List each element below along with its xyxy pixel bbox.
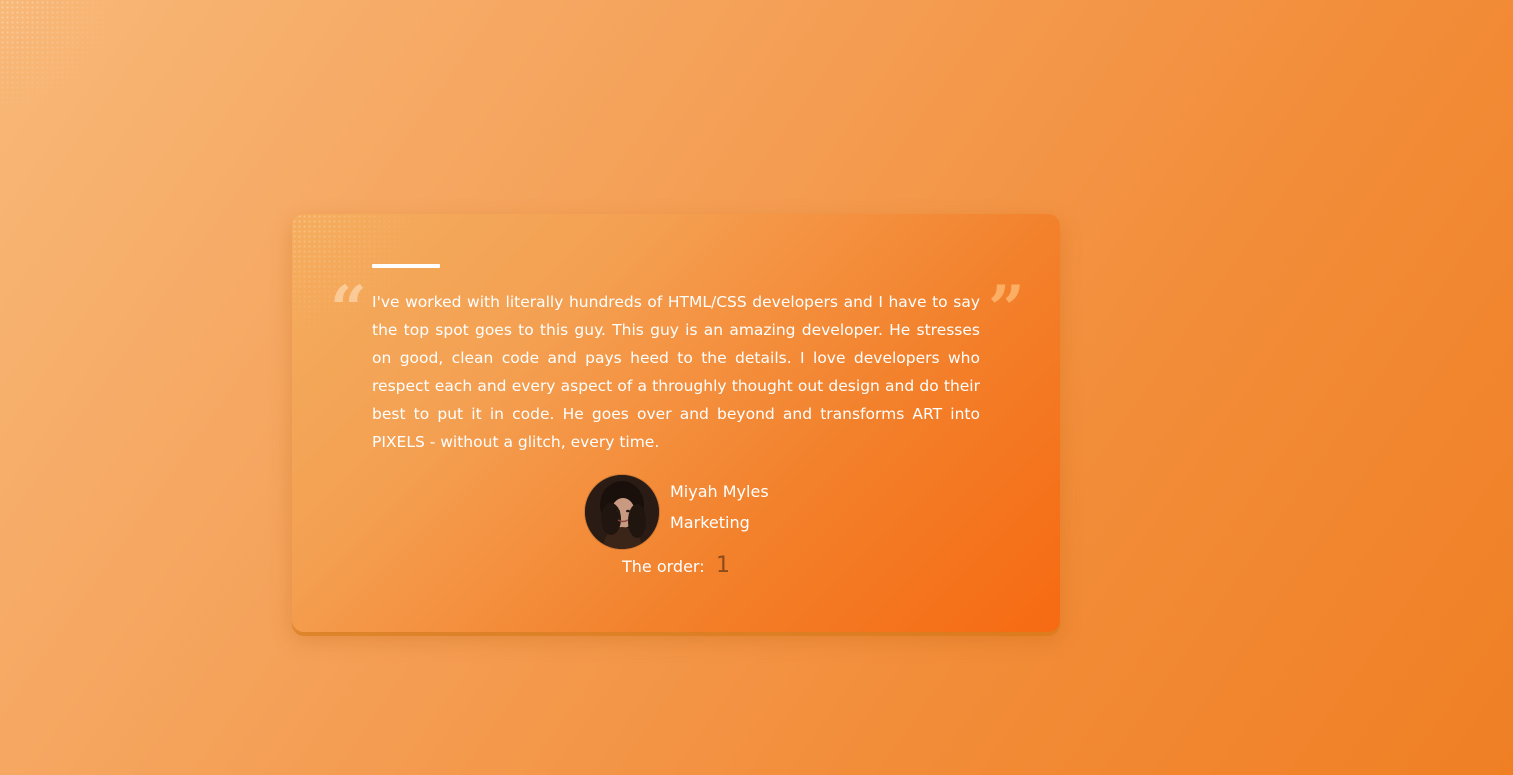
- avatar-portrait-image: [585, 475, 659, 549]
- quote-open-icon: “: [330, 272, 367, 347]
- background-dot-pattern: [0, 0, 120, 110]
- testimonial-quote: I've worked with literally hundreds of H…: [372, 293, 980, 451]
- order-label: The order:: [622, 557, 705, 576]
- author-name: Miyah Myles: [670, 482, 769, 501]
- author-role: Marketing: [670, 513, 750, 532]
- accent-line: [372, 264, 440, 268]
- order-value: 1: [716, 553, 730, 578]
- author-avatar: [585, 475, 659, 549]
- testimonial-card: “ ” I've worked with literally hundreds …: [292, 214, 1060, 632]
- quote-close-icon: ”: [988, 272, 1025, 347]
